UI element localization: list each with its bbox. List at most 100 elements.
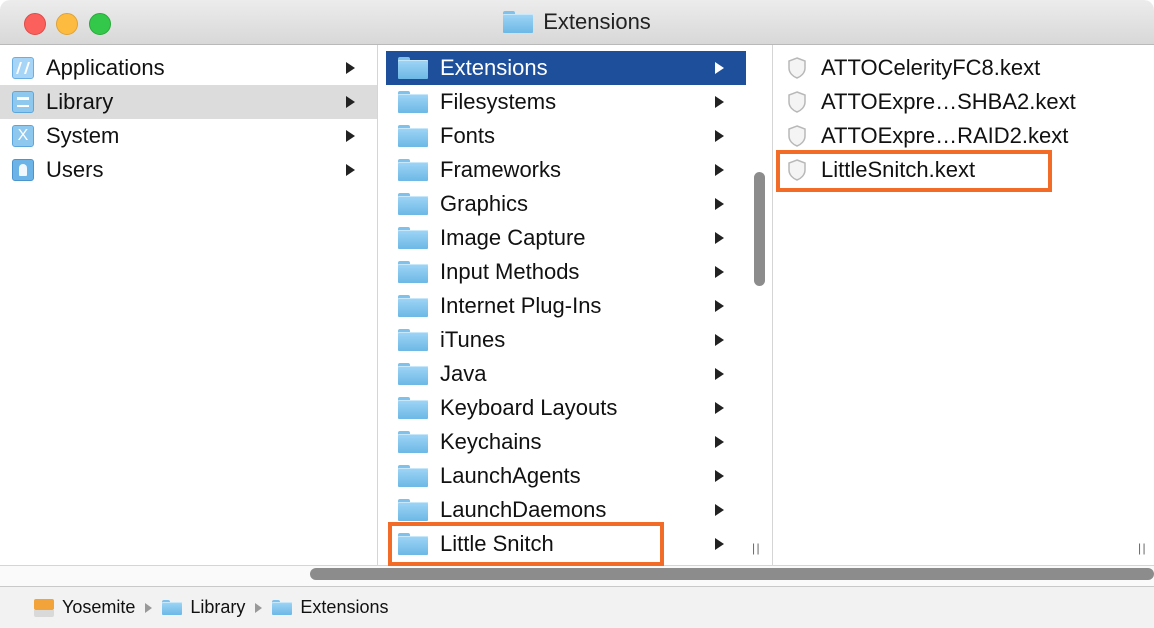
list-item-label: iTunes	[440, 327, 506, 352]
disclosure-arrow-icon	[715, 470, 724, 482]
list-item-label: LaunchDaemons	[440, 497, 607, 522]
list-item-folder[interactable]: Extensions	[386, 51, 746, 85]
window-title-group: Extensions	[0, 0, 1154, 44]
list-item-folder[interactable]: Fonts	[386, 119, 746, 153]
list-item-label: Keyboard Layouts	[440, 395, 618, 420]
folder-icon	[398, 193, 428, 215]
path-segment-library[interactable]: Library	[162, 597, 245, 618]
kext-icon	[785, 158, 809, 182]
hard-disk-icon	[34, 598, 54, 617]
disclosure-arrow-icon	[715, 436, 724, 448]
kext-icon	[785, 56, 809, 80]
folder-icon	[398, 363, 428, 385]
folder-icon	[398, 329, 428, 351]
list-item-folder[interactable]: Image Capture	[386, 221, 746, 255]
list-item-folder[interactable]: Frameworks	[386, 153, 746, 187]
list-item-label: Extensions	[440, 55, 548, 80]
list-item-folder[interactable]: Little Snitch	[386, 527, 746, 561]
list-item-kext[interactable]: ATTOCelerityFC8.kext	[773, 51, 1129, 85]
disclosure-arrow-icon	[715, 300, 724, 312]
list-item-folder[interactable]: Keychains	[386, 425, 746, 459]
horizontal-scrollbar[interactable]	[310, 568, 1154, 580]
column-library[interactable]: Extensions Filesystems Fonts Frameworks …	[386, 45, 746, 565]
folder-icon	[398, 227, 428, 249]
disclosure-arrow-icon	[715, 62, 724, 74]
folder-icon	[398, 431, 428, 453]
path-segment-label: Library	[190, 597, 246, 617]
folder-icon	[398, 295, 428, 317]
column-resize-handle[interactable]: | |	[1138, 541, 1146, 555]
column-extensions[interactable]: ATTOCelerityFC8.kext ATTOExpre…SHBA2.kex…	[772, 45, 1129, 565]
path-separator-icon	[145, 602, 153, 613]
list-item-folder[interactable]: Keyboard Layouts	[386, 391, 746, 425]
list-item-label: LaunchAgents	[440, 463, 581, 488]
list-item-folder[interactable]: Input Methods	[386, 255, 746, 289]
path-segment-label: Yosemite	[62, 597, 136, 617]
list-item-label: ATTOExpre…RAID2.kext	[821, 123, 1069, 148]
window-title: Extensions	[543, 9, 651, 34]
path-bar: Yosemite Library Extensions	[0, 586, 1154, 628]
disclosure-arrow-icon	[346, 164, 355, 176]
path-segment-extensions[interactable]: Extensions	[272, 597, 388, 618]
library-folder-icon	[162, 600, 183, 615]
list-item-kext[interactable]: ATTOExpre…RAID2.kext	[773, 119, 1129, 153]
disclosure-arrow-icon	[715, 198, 724, 210]
disclosure-arrow-icon	[715, 130, 724, 142]
list-item-folder[interactable]: Internet Plug-Ins	[386, 289, 746, 323]
list-item-library[interactable]: Library	[0, 85, 377, 119]
folder-icon	[398, 159, 428, 181]
list-item-label: LittleSnitch.kext	[821, 157, 976, 182]
vertical-scrollbar[interactable]	[754, 172, 765, 286]
disclosure-arrow-icon	[715, 368, 724, 380]
disclosure-arrow-icon	[346, 130, 355, 142]
disclosure-arrow-icon	[715, 232, 724, 244]
list-item-label: ATTOCelerityFC8.kext	[821, 55, 1041, 80]
list-item-users[interactable]: Users	[0, 153, 377, 187]
list-item-label: Filesystems	[440, 89, 557, 114]
disclosure-arrow-icon	[715, 96, 724, 108]
folder-icon	[398, 91, 428, 113]
list-item-label: Graphics	[440, 191, 529, 216]
path-segment-volume[interactable]: Yosemite	[34, 597, 135, 618]
applications-icon	[12, 57, 34, 79]
disclosure-arrow-icon	[346, 96, 355, 108]
list-item-label: Little Snitch	[440, 531, 554, 556]
title-bar[interactable]: Extensions	[0, 0, 1154, 45]
list-item-folder[interactable]: Graphics	[386, 187, 746, 221]
disclosure-arrow-icon	[715, 402, 724, 414]
system-icon: X	[12, 125, 34, 147]
kext-icon	[785, 90, 809, 114]
list-item-folder[interactable]: LaunchDaemons	[386, 493, 746, 527]
list-item-folder[interactable]: Java	[386, 357, 746, 391]
disclosure-arrow-icon	[346, 62, 355, 74]
list-item-folder[interactable]: LaunchAgents	[386, 459, 746, 493]
path-separator-icon	[255, 602, 263, 613]
disclosure-arrow-icon	[715, 504, 724, 516]
kext-icon	[785, 124, 809, 148]
disclosure-arrow-icon	[715, 538, 724, 550]
column-resize-handle[interactable]: | |	[752, 541, 760, 555]
list-item-kext[interactable]: ATTOExpre…SHBA2.kext	[773, 85, 1129, 119]
folder-icon	[398, 533, 428, 555]
list-item-folder[interactable]: Filesystems	[386, 85, 746, 119]
list-item-kext[interactable]: LittleSnitch.kext	[773, 153, 1129, 187]
folder-icon	[398, 125, 428, 147]
list-item-label: Fonts	[440, 123, 496, 148]
list-item-label: Java	[440, 361, 487, 386]
folder-icon	[398, 499, 428, 521]
list-item-folder[interactable]: iTunes	[386, 323, 746, 357]
path-segment-label: Extensions	[300, 597, 389, 617]
list-item-label: Keychains	[440, 429, 542, 454]
column-root[interactable]: Applications Library X System Users | |	[0, 45, 378, 565]
list-item-label: Internet Plug-Ins	[440, 293, 602, 318]
folder-icon	[398, 57, 428, 79]
library-icon	[12, 91, 34, 113]
folder-icon	[272, 600, 293, 615]
folder-icon	[398, 465, 428, 487]
list-item-system[interactable]: X System	[0, 119, 377, 153]
users-icon	[12, 159, 34, 181]
list-item-applications[interactable]: Applications	[0, 51, 377, 85]
list-item-label: Frameworks	[440, 157, 562, 182]
disclosure-arrow-icon	[715, 266, 724, 278]
folder-icon	[503, 11, 534, 33]
